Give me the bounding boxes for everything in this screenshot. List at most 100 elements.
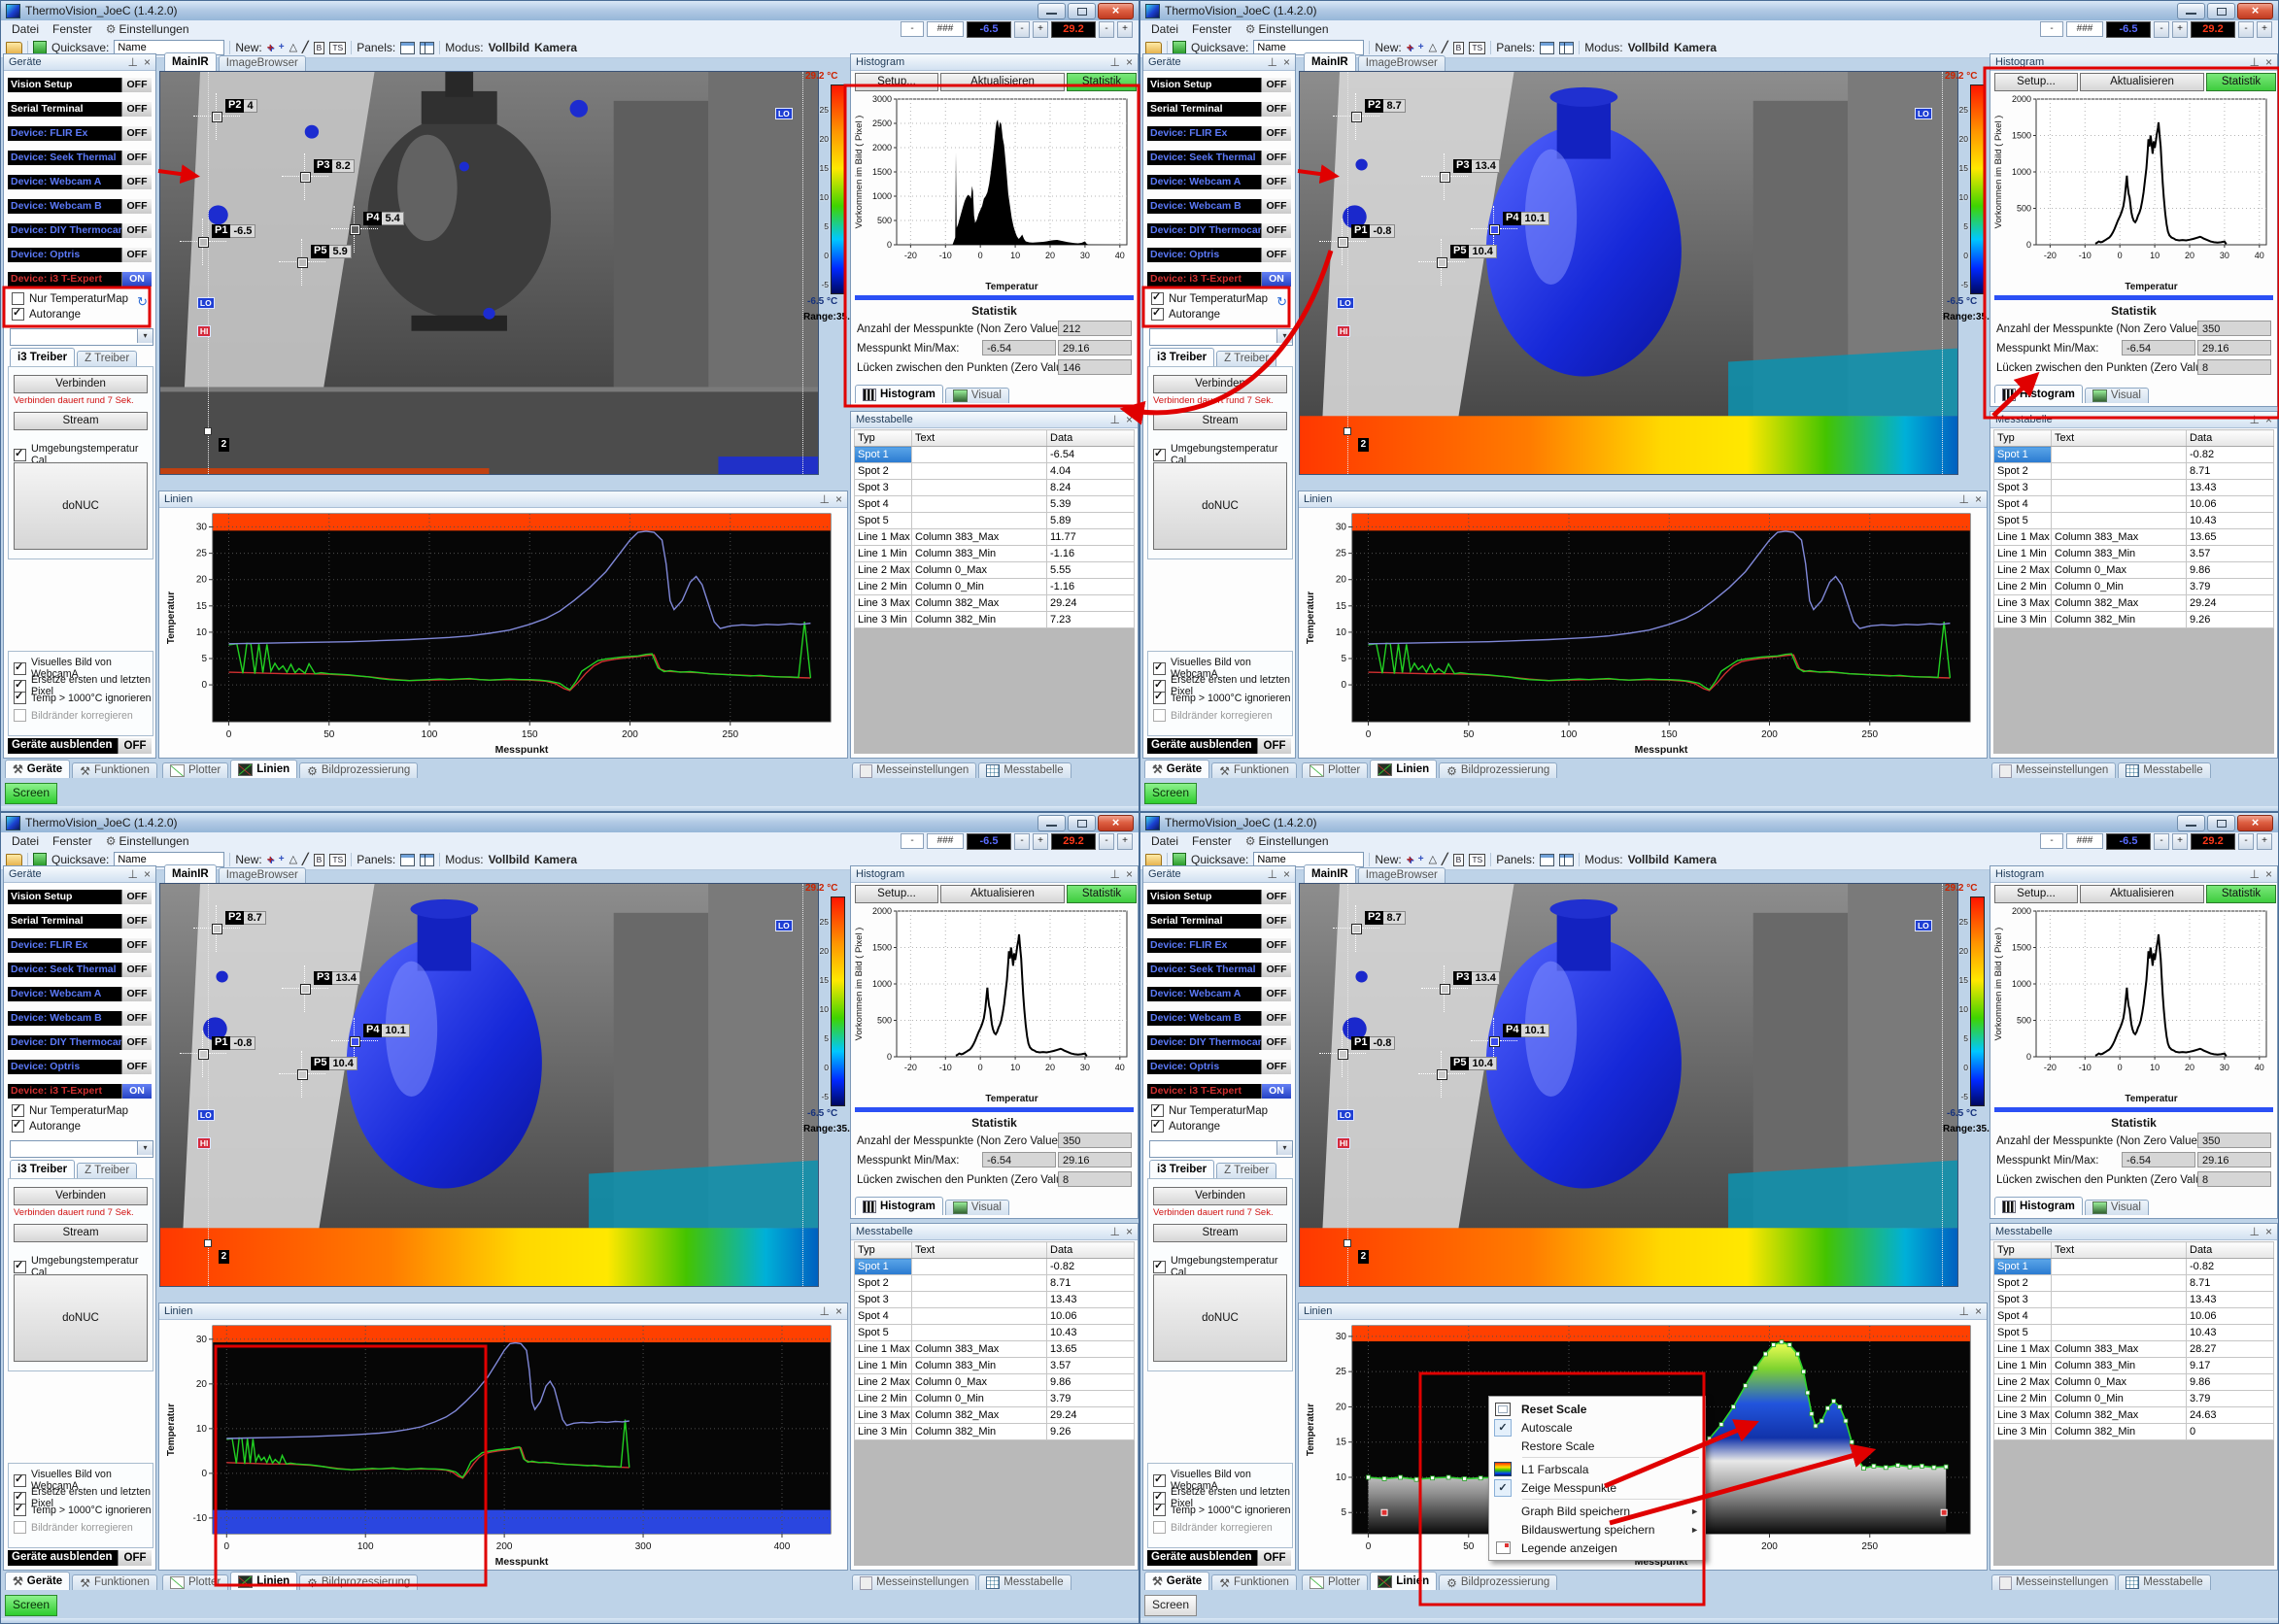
tab-messeinstellungen[interactable]: Messeinstellungen [1991,1574,2116,1590]
cell-data[interactable]: 9.86 [2187,562,2274,579]
cell-typ[interactable]: Line 1 Min [855,1358,912,1374]
device-item[interactable]: Serial TerminalOFF [1147,102,1291,117]
cell-data[interactable]: 13.65 [2187,529,2274,546]
cell-typ[interactable]: Line 3 Max [855,595,912,612]
device-state-button[interactable]: OFF [121,1011,152,1026]
cell-data[interactable]: 8.71 [2187,1275,2274,1292]
tab-histogram[interactable]: Histogram [1994,1197,2083,1215]
cell-data[interactable]: 24.63 [2187,1407,2274,1424]
table-row[interactable]: Line 3 MaxColumn 382_Max29.24 [1994,595,2274,612]
cell-text[interactable] [912,1308,1047,1325]
option-checkbox[interactable]: Temp > 1000°C ignorieren [1153,1504,1291,1516]
col-data[interactable]: Data [2187,1242,2274,1259]
cell-typ[interactable]: Line 3 Min [855,612,912,628]
minimize-button[interactable] [1037,815,1066,831]
table-row[interactable]: Line 2 MaxColumn 0_Max9.86 [1994,1374,2274,1391]
menu-einstellungen[interactable]: ⚙Einstellungen [1239,834,1336,848]
hide-devices-state[interactable]: OFF [1257,738,1291,754]
device-state-button[interactable]: OFF [121,1035,152,1050]
cell-text[interactable] [912,463,1047,480]
cell-text[interactable] [912,480,1047,496]
new-ts-icon[interactable]: TS [329,42,346,54]
cell-data[interactable]: 29.24 [1047,1407,1135,1424]
maximize-button[interactable] [2207,3,2235,19]
device-state-button[interactable]: OFF [1261,151,1291,165]
device-state-button[interactable]: OFF [121,199,152,214]
cell-data[interactable]: 3.57 [1047,1358,1135,1374]
cell-data[interactable]: 29.24 [2187,595,2274,612]
hide-devices-bar[interactable]: Geräte ausblendenOFF [8,738,152,754]
maximize-button[interactable] [1068,3,1096,19]
high-temp-increment[interactable]: + [1117,21,1133,38]
stream-button[interactable]: Stream [1153,412,1287,430]
cell-data[interactable]: 9.86 [1047,1374,1135,1391]
cell-typ[interactable]: Line 3 Max [1994,595,2052,612]
table-row[interactable]: Spot 1-0.82 [1994,1259,2274,1275]
stream-button[interactable]: Stream [14,412,148,430]
pin-icon[interactable]: ⊥ [1268,868,1277,880]
device-item[interactable]: Device: DIY ThermocamOFF [1147,1035,1291,1050]
table-row[interactable]: Line 2 MaxColumn 0_Max9.86 [855,1374,1135,1391]
cell-typ[interactable]: Line 1 Min [1994,1358,2052,1374]
cell-typ[interactable]: Spot 1 [1994,447,2052,463]
hi-marker[interactable]: HI [1337,325,1351,337]
context-menu-item[interactable]: Restore Scale [1491,1437,1703,1455]
table-row[interactable]: Line 3 MinColumn 382_Min7.23 [855,612,1135,628]
device-item[interactable]: Device: Webcam BOFF [8,199,152,214]
cell-data[interactable]: 5.89 [1047,513,1135,529]
nur-temperaturmap-checkbox[interactable]: Nur TemperaturMap [12,292,128,305]
low-temp-decrement[interactable]: - [1014,833,1030,850]
table-row[interactable]: Line 3 MinColumn 382_Min9.26 [855,1424,1135,1440]
cell-text[interactable]: Column 0_Min [2052,1391,2187,1407]
cell-typ[interactable]: Spot 1 [855,447,912,463]
modus-kamera[interactable]: Kamera [534,41,577,54]
tab-visual[interactable]: Visual [2085,1200,2149,1215]
low-temp-increment[interactable]: + [2172,833,2188,850]
device-item[interactable]: Device: FLIR ExOFF [8,938,152,953]
table-row[interactable]: Line 1 MinColumn 383_Min3.57 [855,1358,1135,1374]
stream-button[interactable]: Stream [1153,1224,1287,1242]
pin-icon[interactable]: ⊥ [1110,868,1120,880]
cell-data[interactable]: 13.43 [1047,1292,1135,1308]
tab-funktionen[interactable]: ⚒Funktionen [72,1574,157,1590]
table-row[interactable]: Spot 510.43 [855,1325,1135,1341]
device-state-button[interactable]: OFF [121,126,152,141]
device-dropdown[interactable]: ▾ [1149,1140,1293,1158]
new-ts-icon[interactable]: TS [1469,42,1485,54]
pin-icon[interactable]: ⊥ [128,56,138,68]
pin-icon[interactable]: ⊥ [820,1305,830,1317]
cell-data[interactable]: 4.04 [1047,463,1135,480]
tab-messtabelle[interactable]: Messtabelle [978,1574,1071,1590]
table-row[interactable]: Spot 28.71 [1994,1275,2274,1292]
panel-split-icon[interactable] [420,42,434,54]
checkbox-icon[interactable] [14,662,26,675]
menu-datei[interactable]: Datei [5,834,46,848]
minus-field[interactable]: - [2040,21,2063,37]
device-dropdown[interactable]: ▾ [10,1140,153,1158]
cell-text[interactable]: Column 0_Min [912,1391,1047,1407]
menu-fenster[interactable]: Fenster [1185,834,1239,848]
cell-typ[interactable]: Spot 5 [855,1325,912,1341]
hide-devices-state[interactable]: OFF [1257,1550,1291,1566]
device-item[interactable]: Device: OptrisOFF [1147,248,1291,262]
context-menu-item[interactable]: Bildauswertung speichern► [1491,1520,1703,1539]
table-row[interactable]: Spot 28.71 [855,1275,1135,1292]
donuc-button[interactable]: doNUC [1153,462,1287,550]
device-state-button[interactable]: ON [121,1084,152,1099]
cell-data[interactable]: 10.06 [2187,496,2274,513]
panel-single-icon[interactable] [1540,42,1554,54]
cell-typ[interactable]: Spot 5 [1994,513,2052,529]
hide-devices-state[interactable]: OFF [118,738,152,754]
menu-einstellungen[interactable]: ⚙Einstellungen [99,834,196,848]
panel-split-icon[interactable] [1559,854,1574,866]
tab-messeinstellungen[interactable]: Messeinstellungen [852,1574,976,1590]
low-temp-increment[interactable]: + [1033,833,1048,850]
device-state-button[interactable]: OFF [121,78,152,92]
menu-fenster[interactable]: Fenster [46,22,99,36]
tab-messeinstellungen[interactable]: Messeinstellungen [1991,762,2116,778]
close-icon[interactable]: × [1975,493,1982,505]
cell-text[interactable] [2052,1292,2187,1308]
cell-data[interactable]: -0.82 [2187,447,2274,463]
table-row[interactable]: Line 1 MaxColumn 383_Max13.65 [855,1341,1135,1358]
checkbox-icon[interactable] [12,308,24,321]
